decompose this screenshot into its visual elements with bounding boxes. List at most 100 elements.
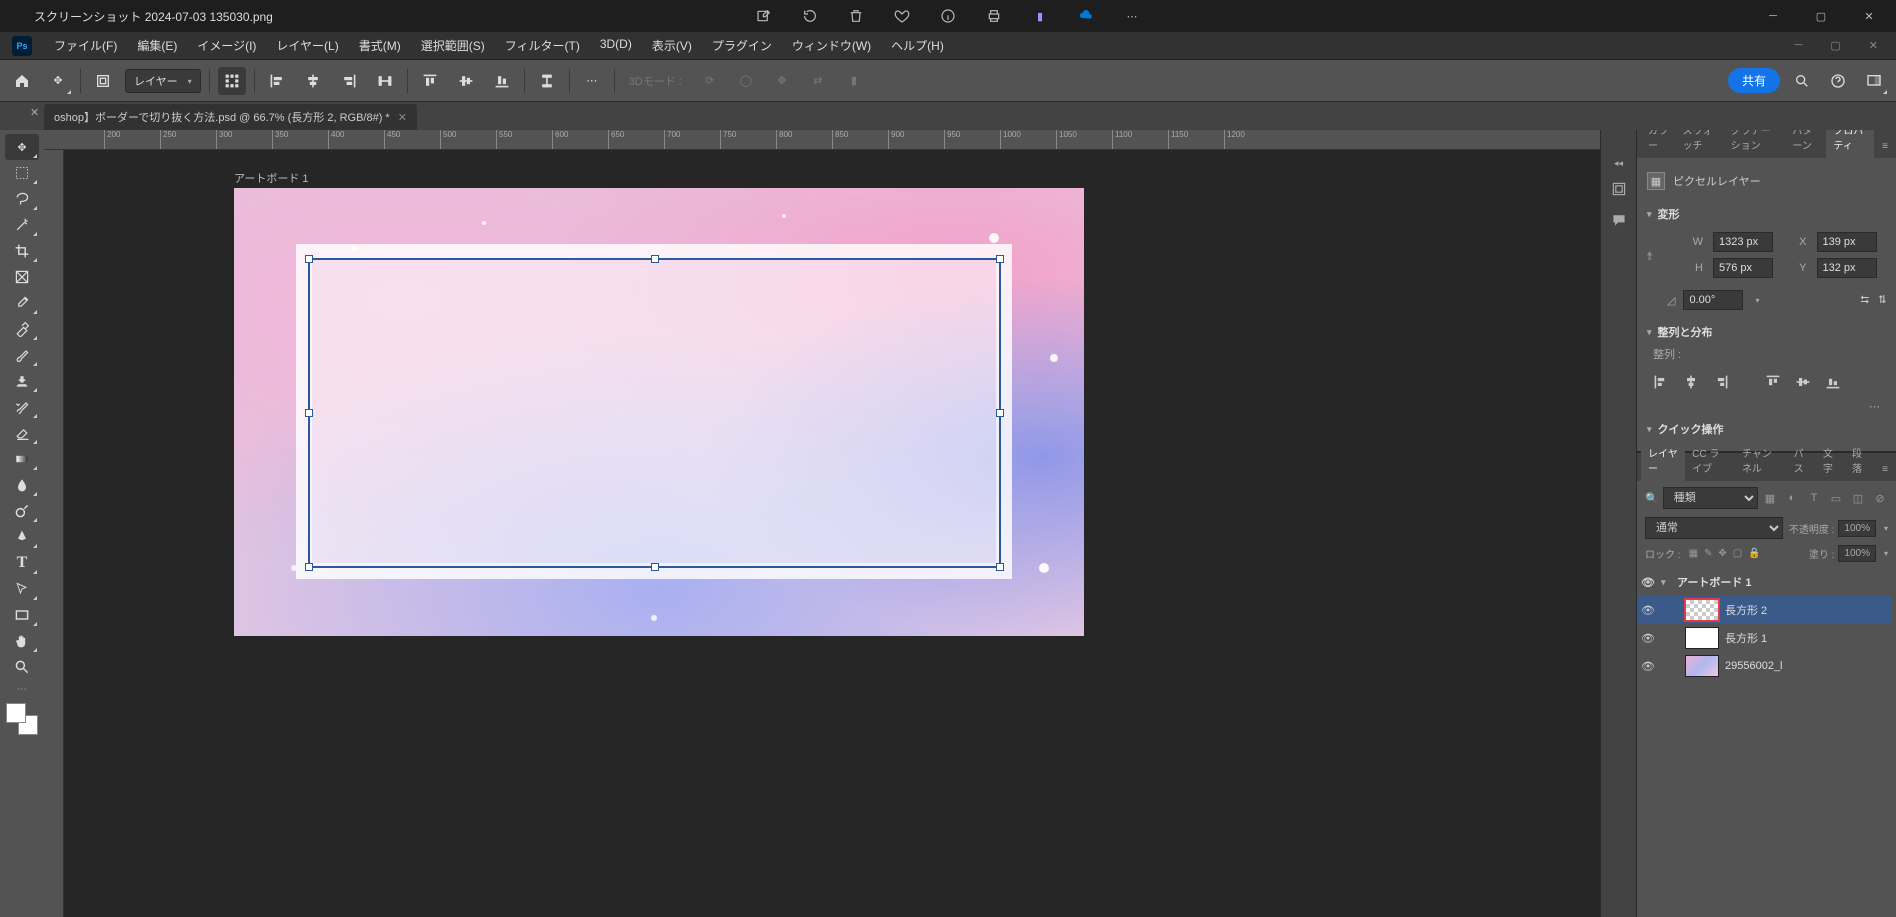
handle-mid-left[interactable]: [305, 409, 313, 417]
link-wh-icon[interactable]: ⥉: [1647, 251, 1661, 264]
visibility-icon[interactable]: 👁: [1641, 604, 1655, 617]
fill-dropdown-icon[interactable]: [1880, 548, 1888, 559]
info-icon[interactable]: [939, 7, 957, 25]
search-icon[interactable]: [1788, 67, 1816, 95]
handle-mid-right[interactable]: [996, 409, 1004, 417]
color-swatches[interactable]: [6, 703, 38, 735]
align-right-icon[interactable]: [335, 67, 363, 95]
layer-thumbnail[interactable]: [1685, 627, 1719, 649]
layers-panel-menu-icon[interactable]: ≡: [1874, 458, 1896, 481]
flip-vertical-icon[interactable]: ⮁: [1877, 294, 1886, 307]
tab-paragraph[interactable]: 段落: [1845, 439, 1874, 481]
panel-align-bottom-icon[interactable]: [1823, 372, 1843, 392]
blend-mode-dropdown[interactable]: 通常: [1645, 517, 1783, 539]
rectangle-tool[interactable]: [5, 602, 39, 628]
handle-top-left[interactable]: [305, 255, 313, 263]
panel-align-right-icon[interactable]: [1711, 372, 1731, 392]
canvas-viewport[interactable]: アートボード 1: [64, 150, 1600, 917]
handle-bottom-left[interactable]: [305, 563, 313, 571]
filter-search-icon[interactable]: 🔍: [1645, 492, 1659, 505]
handle-top-mid[interactable]: [651, 255, 659, 263]
align-section-title[interactable]: 整列と分布: [1647, 318, 1886, 346]
filter-type-icon[interactable]: T: [1806, 490, 1822, 506]
menu-select[interactable]: 選択範囲(S): [411, 32, 495, 59]
width-input[interactable]: [1713, 232, 1773, 252]
layer-name[interactable]: 29556002_l: [1725, 660, 1783, 672]
dodge-tool[interactable]: [5, 498, 39, 524]
menu-window[interactable]: ウィンドウ(W): [782, 32, 881, 59]
eyedropper-tool[interactable]: [5, 290, 39, 316]
layer-row-rect1[interactable]: 👁 長方形 1: [1637, 624, 1892, 652]
visibility-icon[interactable]: 👁: [1641, 576, 1655, 589]
lasso-tool[interactable]: [5, 186, 39, 212]
handle-top-right[interactable]: [996, 255, 1004, 263]
layer-thumbnail[interactable]: [1685, 655, 1719, 677]
toolbar-more-icon[interactable]: ⋯: [17, 684, 27, 695]
help-icon[interactable]: [1824, 67, 1852, 95]
layer-row-rect2[interactable]: 👁 長方形 2: [1637, 596, 1892, 624]
home-icon[interactable]: [8, 67, 36, 95]
hand-tool[interactable]: [5, 628, 39, 654]
flip-horizontal-icon[interactable]: ⮀: [1860, 294, 1869, 307]
tab-character[interactable]: 文字: [1816, 439, 1845, 481]
collapse-arrow-icon[interactable]: ◂◂: [1614, 158, 1623, 169]
ps-maximize-icon[interactable]: ▢: [1826, 35, 1844, 56]
more-icon[interactable]: ⋯: [1123, 7, 1141, 25]
pen-tool[interactable]: [5, 524, 39, 550]
autoselect-layer-dropdown[interactable]: レイヤー: [125, 69, 201, 93]
magic-wand-tool[interactable]: [5, 212, 39, 238]
align-vcenter-icon[interactable]: [452, 67, 480, 95]
align-hcenter-icon[interactable]: [299, 67, 327, 95]
layer-name[interactable]: アートボード 1: [1677, 574, 1752, 590]
visibility-icon[interactable]: 👁: [1641, 632, 1655, 645]
handle-bottom-mid[interactable]: [651, 563, 659, 571]
ps-minimize-icon[interactable]: ─: [1791, 35, 1807, 56]
handle-bottom-right[interactable]: [996, 563, 1004, 571]
move-tool[interactable]: ✥: [5, 134, 39, 160]
document-tab[interactable]: oshop】ボーダーで切り抜く方法.psd @ 66.7% (長方形 2, RG…: [44, 104, 417, 130]
filter-adjust-icon[interactable]: ◐: [1784, 490, 1800, 506]
onedrive-icon[interactable]: [1077, 7, 1095, 25]
visibility-icon[interactable]: 👁: [1641, 660, 1655, 673]
clipchamp-icon[interactable]: ▮: [1031, 7, 1049, 25]
crop-tool[interactable]: [5, 238, 39, 264]
angle-input[interactable]: [1683, 290, 1743, 310]
menu-layer[interactable]: レイヤー(L): [266, 32, 348, 59]
tab-channels[interactable]: チャンネル: [1735, 439, 1787, 481]
lock-transparent-icon[interactable]: ▦: [1689, 548, 1698, 559]
layer-name[interactable]: 長方形 1: [1725, 630, 1767, 646]
clone-stamp-tool[interactable]: [5, 368, 39, 394]
menu-help[interactable]: ヘルプ(H): [881, 32, 954, 59]
outer-minimize-icon[interactable]: ─: [1764, 7, 1782, 25]
brush-tool[interactable]: [5, 342, 39, 368]
artboard-label[interactable]: アートボード 1: [234, 170, 309, 186]
menu-filter[interactable]: フィルター(T): [495, 32, 590, 59]
y-input[interactable]: [1817, 258, 1877, 278]
blur-tool[interactable]: [5, 472, 39, 498]
lock-image-icon[interactable]: ✎: [1704, 548, 1712, 559]
layer-row-image[interactable]: 👁 29556002_l: [1637, 652, 1892, 680]
lock-artboard-icon[interactable]: ▢: [1733, 548, 1742, 559]
tab-layers[interactable]: レイヤー: [1641, 439, 1685, 481]
fill-value[interactable]: 100%: [1838, 545, 1876, 562]
panel-align-vcenter-icon[interactable]: [1793, 372, 1813, 392]
outer-close-icon[interactable]: ✕: [1860, 7, 1878, 25]
menu-image[interactable]: イメージ(I): [187, 32, 266, 59]
align-left-icon[interactable]: [263, 67, 291, 95]
document-tab-close-icon[interactable]: ✕: [398, 111, 407, 124]
panel-align-hcenter-icon[interactable]: [1681, 372, 1701, 392]
x-input[interactable]: [1817, 232, 1877, 252]
filter-smart-icon[interactable]: ◫: [1850, 490, 1866, 506]
gradient-tool[interactable]: [5, 446, 39, 472]
transform-section-title[interactable]: 変形: [1647, 200, 1886, 228]
lock-position-icon[interactable]: ✥: [1718, 548, 1726, 559]
height-input[interactable]: [1713, 258, 1773, 278]
menu-view[interactable]: 表示(V): [642, 32, 702, 59]
zoom-tool[interactable]: [5, 654, 39, 680]
foreground-color-swatch[interactable]: [6, 703, 26, 723]
opacity-value[interactable]: 100%: [1838, 520, 1876, 537]
share-button[interactable]: 共有: [1728, 68, 1780, 93]
comments-panel-icon[interactable]: [1611, 212, 1627, 231]
menu-type[interactable]: 書式(M): [349, 32, 411, 59]
workspace-icon[interactable]: [1860, 67, 1888, 95]
